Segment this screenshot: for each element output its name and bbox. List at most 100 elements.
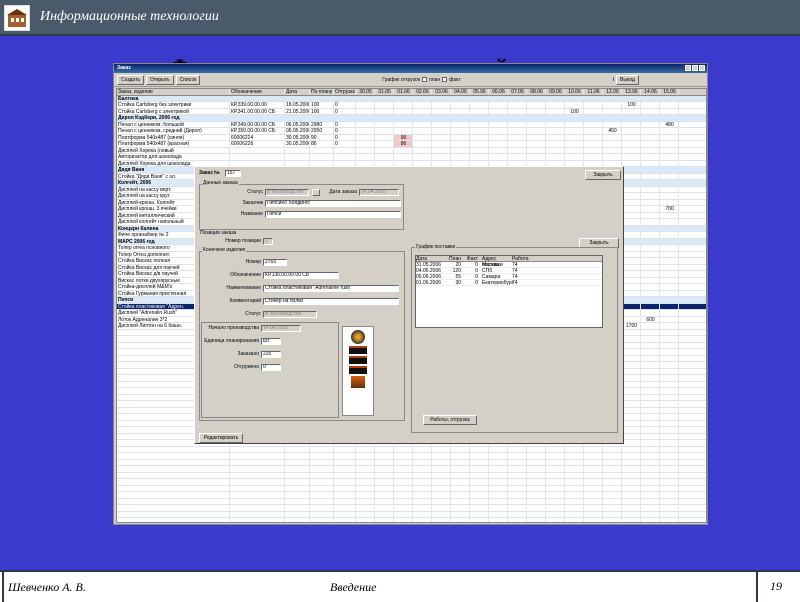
day-cell [394, 492, 413, 498]
day-cell [565, 102, 584, 108]
plan-quantity [310, 446, 334, 452]
fact-checkbox[interactable] [442, 77, 448, 82]
day-cell [622, 342, 641, 348]
create-button[interactable]: Создать [117, 74, 145, 85]
column-header: Обозначение [230, 89, 285, 95]
day-cell [470, 453, 489, 459]
designation-label: Обозначение [230, 272, 261, 278]
comment-label: Комментарий [229, 298, 262, 304]
shipment-cell: 0 [475, 268, 478, 274]
day-cell [603, 154, 622, 160]
day-cell [356, 505, 375, 511]
group-name: Дирол Кэдбери, 2006 год [117, 115, 230, 121]
day-cell [641, 420, 660, 426]
day-cell [660, 212, 679, 218]
exit-button[interactable]: Выход [615, 74, 639, 85]
order-date-field[interactable]: 14.04.2006 [359, 189, 399, 196]
date [285, 518, 310, 522]
plan-checkbox[interactable] [421, 77, 427, 82]
day-cell [508, 492, 527, 498]
table-row[interactable] [117, 518, 706, 522]
day-cell [546, 466, 565, 472]
order-number-field[interactable]: 157 [225, 170, 241, 177]
column-header: Отгрузка [335, 89, 356, 95]
day-cell [641, 511, 660, 517]
day-cell [603, 466, 622, 472]
day-cell [394, 121, 413, 127]
day-cell [394, 518, 413, 522]
position-number-field[interactable]: 1 [263, 238, 273, 245]
day-cell [660, 381, 679, 387]
naming-field[interactable]: Стойка пластиковая "Adrenaline rush" [263, 285, 399, 292]
day-cell [641, 219, 660, 225]
day-cell [660, 186, 679, 192]
maximize-button[interactable] [692, 65, 698, 71]
shipped-label: Отгружено [234, 364, 259, 370]
day-cell [660, 316, 679, 322]
shipment-quantity: 0 [334, 134, 356, 140]
shipment-title: График поставки [415, 244, 457, 250]
column-header: 01.06 [394, 89, 413, 95]
day-cell [660, 492, 679, 498]
day-cell [375, 518, 394, 522]
shipment-row[interactable]: 01.06.2006 30 0 Екатеринбург 74 [416, 280, 602, 286]
day-cell [622, 485, 641, 491]
day-cell [394, 485, 413, 491]
status2-select[interactable]: В производстве [263, 311, 317, 318]
comment-field[interactable]: Стикер на полки [263, 298, 399, 305]
day-cell [546, 108, 565, 114]
unit-field[interactable]: шт. [261, 338, 281, 345]
info-icon[interactable]: i [613, 77, 614, 83]
day-cell [660, 433, 679, 439]
designation-field[interactable]: КР.136.00.00.00 СБ [263, 272, 339, 279]
shipment-cell: 0 [475, 274, 478, 280]
start-field[interactable]: 14.04.2006 [261, 325, 301, 332]
day-cell [451, 498, 470, 504]
day-cell [603, 446, 622, 452]
day-cell [641, 154, 660, 160]
customer-field[interactable]: ПепсиКо Холдингс [265, 200, 401, 207]
day-cell [394, 472, 413, 478]
status-select[interactable]: В производстве [265, 189, 309, 196]
plan-quantity: 100 [310, 102, 334, 108]
day-cell [527, 505, 546, 511]
day-cell [622, 290, 641, 296]
shipment-quantity [334, 511, 356, 517]
date [285, 479, 310, 485]
column-header: 11.06 [584, 89, 603, 95]
date [285, 472, 310, 478]
page-number: 19 [770, 579, 782, 593]
day-cell [527, 498, 546, 504]
works-shipment-button[interactable]: Работы, отгрузка [423, 415, 477, 425]
day-cell [546, 518, 565, 522]
day-cell [622, 427, 641, 433]
day-cell [622, 505, 641, 511]
minimize-button[interactable] [685, 65, 691, 71]
day-cell [641, 453, 660, 459]
designation [230, 472, 285, 478]
shipped-field[interactable]: 0 [261, 364, 281, 371]
shipment-table[interactable]: Дата План Факт Адрес поставки Работа 31.05.2… [415, 255, 603, 328]
day-cell [489, 498, 508, 504]
list-button[interactable]: Список [175, 74, 201, 85]
edit-button[interactable]: Редактировать [199, 433, 243, 443]
shipment-column-header: Работа [512, 256, 529, 262]
open-button[interactable]: Открыть [146, 74, 174, 85]
close-order-button[interactable]: Закрыть [585, 170, 621, 180]
day-cell [356, 128, 375, 134]
day-cell [565, 492, 584, 498]
slide-footer: Шевченко А. В. Введение 19 [0, 570, 800, 602]
ordered-field[interactable]: 225 [261, 351, 281, 358]
product-name [117, 492, 230, 498]
name-field[interactable]: Пепси [265, 211, 401, 218]
number-field[interactable]: 2765 [263, 259, 287, 266]
day-cell [546, 154, 565, 160]
day-cell [603, 141, 622, 147]
day-cell [356, 453, 375, 459]
day-cell [508, 518, 527, 522]
day-cell [470, 505, 489, 511]
close-window-button[interactable] [699, 65, 705, 71]
day-cell [603, 479, 622, 485]
column-header: 31.05 [375, 89, 394, 95]
calendar-icon[interactable] [312, 189, 320, 196]
